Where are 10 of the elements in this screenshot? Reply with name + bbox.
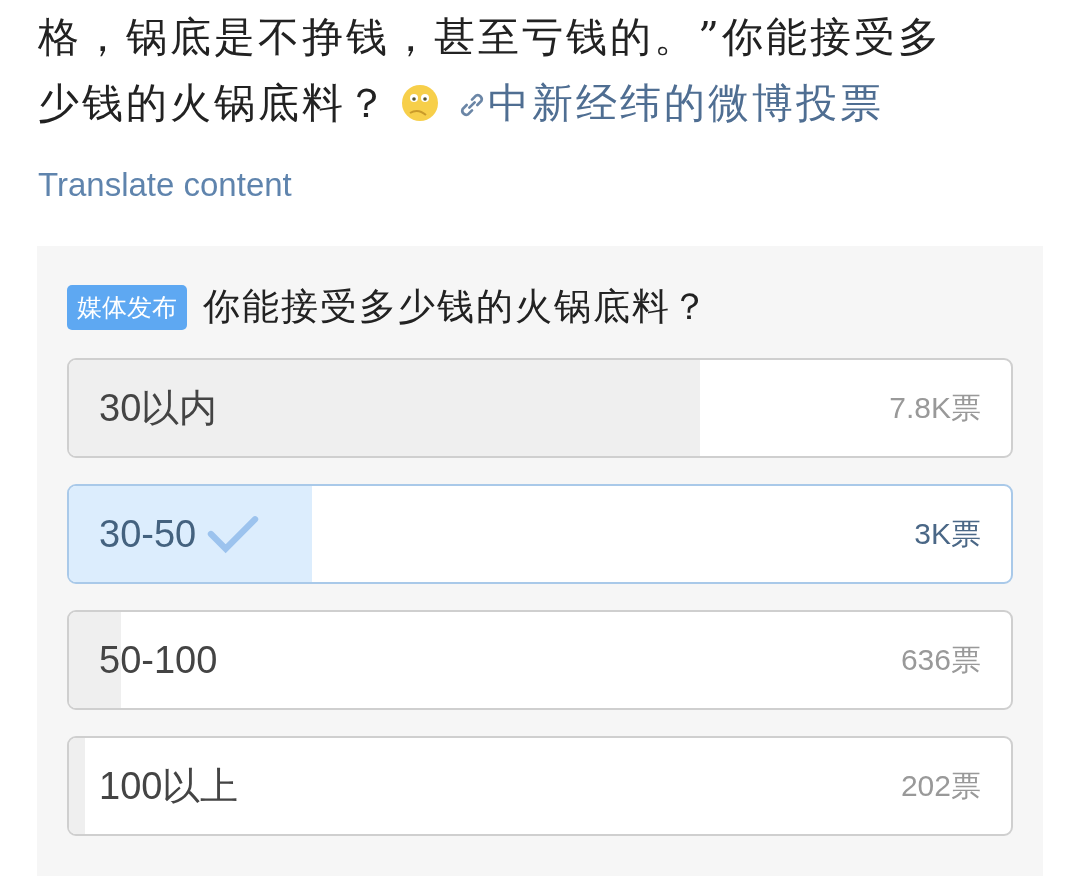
post-text: 格，锅底是不挣钱，甚至亏钱的。”你能接受多少钱的火锅底料？ 中新经纬的微博投票 [37,12,943,129]
weibo-poll-link[interactable]: 中新经纬的微博投票 [456,79,885,127]
check-icon [206,513,261,555]
poll-option[interactable]: 50-100 636票 [67,610,1013,710]
poll-option[interactable]: 30-50 3K票 [67,484,1013,584]
poll-option[interactable]: 100以上 202票 [67,736,1013,836]
poll-option[interactable]: 30以内 7.8K票 [67,358,1013,458]
media-badge: 媒体发布 [67,284,187,330]
poll-question: 你能接受多少钱的火锅底料？ [203,284,710,330]
translate-link[interactable]: Translate content [38,166,292,204]
